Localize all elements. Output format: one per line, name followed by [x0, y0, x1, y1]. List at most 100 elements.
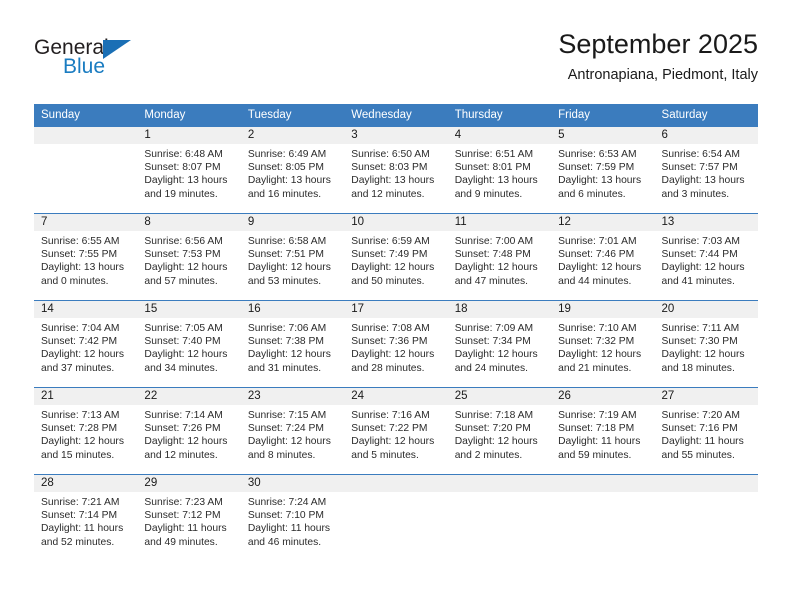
sunset-text: Sunset: 7:32 PM: [558, 336, 635, 348]
day-details: Sunrise: 7:21 AM Sunset: 7:14 PM Daylight:…: [34, 492, 137, 549]
calendar-day-cell[interactable]: 1 Sunrise: 6:48 AM Sunset: 8:07 PM Daylight…: [137, 126, 241, 214]
day-details: Sunrise: 7:15 AM Sunset: 7:24 PM Daylight:…: [241, 405, 344, 462]
calendar-day-cell[interactable]: 11 Sunrise: 7:00 AM Sunset: 7:48 PM Dayligh…: [447, 213, 552, 301]
daylight-text-line2: and 28 minutes.: [351, 362, 425, 374]
calendar-day-cell[interactable]: 29 Sunrise: 7:23 AM Sunset: 7:12 PM Dayligh…: [137, 474, 241, 561]
sunrise-text: Sunrise: 7:03 AM: [661, 236, 740, 247]
calendar-day-cell[interactable]: 5 Sunrise: 6:53 AM Sunset: 7:59 PM Daylight…: [551, 126, 655, 214]
day-details: Sunrise: 7:06 AM Sunset: 7:38 PM Daylight:…: [241, 318, 344, 375]
calendar-day-cell[interactable]: 14 Sunrise: 7:04 AM Sunset: 7:42 PM Dayligh…: [34, 300, 138, 388]
sunset-text: Sunset: 7:36 PM: [351, 336, 428, 348]
daylight-text-line2: and 12 minutes.: [144, 449, 218, 461]
weekday-header-saturday: Saturday: [654, 104, 758, 127]
daylight-text-line1: Daylight: 11 hours: [144, 523, 227, 535]
daylight-text-line1: Daylight: 13 hours: [558, 175, 642, 187]
daylight-text-line1: Daylight: 12 hours: [454, 349, 538, 361]
day-number: 7: [34, 214, 138, 231]
sunset-text: Sunset: 7:34 PM: [454, 336, 531, 348]
calendar-day-cell[interactable]: 13 Sunrise: 7:03 AM Sunset: 7:44 PM Dayligh…: [654, 213, 758, 301]
daylight-text-line1: Daylight: 12 hours: [661, 349, 745, 361]
daylight-text-line2: and 15 minutes.: [41, 449, 115, 461]
daylight-text-line2: and 5 minutes.: [351, 449, 419, 461]
day-cell-body: 13 Sunrise: 7:03 AM Sunset: 7:44 PM Dayligh…: [654, 214, 758, 300]
day-details: Sunrise: 7:00 AM Sunset: 7:48 PM Daylight:…: [448, 231, 551, 288]
day-number: 9: [240, 214, 345, 231]
day-cell-body: 14 Sunrise: 7:04 AM Sunset: 7:42 PM Dayligh…: [34, 301, 138, 387]
calendar-day-cell[interactable]: 28 Sunrise: 7:21 AM Sunset: 7:14 PM Dayligh…: [34, 474, 138, 561]
sunrise-text: Sunrise: 7:00 AM: [454, 236, 534, 247]
day-cell-body: 21 Sunrise: 7:13 AM Sunset: 7:28 PM Dayligh…: [34, 388, 138, 474]
weekday-header-thursday: Thursday: [447, 104, 552, 127]
daylight-text-line1: Daylight: 13 hours: [351, 175, 435, 187]
sunrise-text: Sunrise: 7:23 AM: [144, 497, 223, 508]
calendar-empty-cell: [447, 474, 552, 561]
sunrise-text: Sunrise: 7:24 AM: [247, 497, 327, 508]
day-details: Sunrise: 6:48 AM Sunset: 8:07 PM Daylight:…: [137, 144, 240, 201]
day-number: 18: [447, 301, 552, 318]
day-number: 21: [34, 388, 138, 405]
daylight-text-line1: Daylight: 12 hours: [144, 349, 228, 361]
sunrise-text: Sunrise: 6:53 AM: [558, 149, 637, 160]
day-details: Sunrise: 7:11 AM Sunset: 7:30 PM Daylight:…: [655, 318, 758, 375]
daylight-text-line2: and 37 minutes.: [41, 362, 115, 374]
general-blue-logo[interactable]: General Blue: [34, 36, 234, 84]
day-details: Sunrise: 6:51 AM Sunset: 8:01 PM Daylight:…: [448, 144, 551, 201]
calendar-week-row: 14 Sunrise: 7:04 AM Sunset: 7:42 PM Dayligh…: [34, 300, 758, 388]
weekday-header-monday: Monday: [137, 104, 241, 127]
calendar-empty-cell: [344, 474, 448, 561]
calendar-day-cell[interactable]: 23 Sunrise: 7:15 AM Sunset: 7:24 PM Dayligh…: [240, 387, 345, 475]
sunrise-text: Sunrise: 6:51 AM: [454, 149, 534, 160]
day-cell-body: 15 Sunrise: 7:05 AM Sunset: 7:40 PM Dayligh…: [137, 301, 241, 387]
calendar-day-cell[interactable]: 2 Sunrise: 6:49 AM Sunset: 8:05 PM Daylight…: [240, 126, 345, 214]
day-cell-body: 24 Sunrise: 7:16 AM Sunset: 7:22 PM Dayligh…: [344, 388, 448, 474]
calendar-day-cell[interactable]: 27 Sunrise: 7:20 AM Sunset: 7:16 PM Dayligh…: [654, 387, 758, 475]
calendar-day-cell[interactable]: 25 Sunrise: 7:18 AM Sunset: 7:20 PM Dayligh…: [447, 387, 552, 475]
calendar-day-cell[interactable]: 18 Sunrise: 7:09 AM Sunset: 7:34 PM Dayligh…: [447, 300, 552, 388]
day-cell-body: 8 Sunrise: 6:56 AM Sunset: 7:53 PM Daylight…: [137, 214, 241, 300]
daylight-text-line2: and 52 minutes.: [41, 536, 115, 548]
calendar-day-cell[interactable]: 21 Sunrise: 7:13 AM Sunset: 7:28 PM Dayligh…: [34, 387, 138, 475]
calendar-day-cell[interactable]: 26 Sunrise: 7:19 AM Sunset: 7:18 PM Dayligh…: [551, 387, 655, 475]
daylight-text-line1: Daylight: 12 hours: [247, 262, 331, 274]
daylight-text-line2: and 21 minutes.: [558, 362, 632, 374]
calendar-day-cell[interactable]: 24 Sunrise: 7:16 AM Sunset: 7:22 PM Dayligh…: [344, 387, 448, 475]
calendar-day-cell[interactable]: 7 Sunrise: 6:55 AM Sunset: 7:55 PM Daylight…: [34, 213, 138, 301]
calendar-table: Sunday Monday Tuesday Wednesday Thursday…: [34, 104, 758, 561]
daylight-text-line2: and 44 minutes.: [558, 275, 632, 287]
sunset-text: Sunset: 7:49 PM: [351, 249, 428, 261]
day-cell-body: 22 Sunrise: 7:14 AM Sunset: 7:26 PM Dayligh…: [137, 388, 241, 474]
weekday-header-sunday: Sunday: [34, 104, 138, 127]
calendar-day-cell[interactable]: 6 Sunrise: 6:54 AM Sunset: 7:57 PM Daylight…: [654, 126, 758, 214]
calendar-week-row: 7 Sunrise: 6:55 AM Sunset: 7:55 PM Daylight…: [34, 213, 758, 301]
calendar-page: General Blue September 2025 Antronapiana…: [0, 0, 792, 612]
day-cell-body: [654, 475, 758, 561]
sunset-text: Sunset: 8:01 PM: [454, 162, 531, 174]
triangle-icon: [103, 40, 131, 59]
day-cell-body: 2 Sunrise: 6:49 AM Sunset: 8:05 PM Daylight…: [240, 127, 345, 213]
calendar-day-cell[interactable]: 20 Sunrise: 7:11 AM Sunset: 7:30 PM Dayligh…: [654, 300, 758, 388]
calendar-day-cell[interactable]: 30 Sunrise: 7:24 AM Sunset: 7:10 PM Dayligh…: [240, 474, 345, 561]
day-number: 16: [240, 301, 345, 318]
calendar-day-cell[interactable]: 15 Sunrise: 7:05 AM Sunset: 7:40 PM Dayligh…: [137, 300, 241, 388]
calendar-day-cell[interactable]: 8 Sunrise: 6:56 AM Sunset: 7:53 PM Daylight…: [137, 213, 241, 301]
daylight-text-line2: and 24 minutes.: [454, 362, 528, 374]
day-details: Sunrise: 6:59 AM Sunset: 7:49 PM Daylight:…: [344, 231, 447, 288]
daylight-text-line2: and 55 minutes.: [661, 449, 735, 461]
calendar-day-cell[interactable]: 3 Sunrise: 6:50 AM Sunset: 8:03 PM Daylight…: [344, 126, 448, 214]
calendar-day-cell[interactable]: 9 Sunrise: 6:58 AM Sunset: 7:51 PM Daylight…: [240, 213, 345, 301]
calendar-day-cell[interactable]: 17 Sunrise: 7:08 AM Sunset: 7:36 PM Dayligh…: [344, 300, 448, 388]
day-cell-body: 1 Sunrise: 6:48 AM Sunset: 8:07 PM Daylight…: [137, 127, 241, 213]
daylight-text-line2: and 12 minutes.: [351, 188, 425, 200]
daylight-text-line1: Daylight: 12 hours: [351, 349, 435, 361]
calendar-day-cell[interactable]: 4 Sunrise: 6:51 AM Sunset: 8:01 PM Daylight…: [447, 126, 552, 214]
day-number: 30: [240, 475, 345, 492]
calendar-day-cell[interactable]: 10 Sunrise: 6:59 AM Sunset: 7:49 PM Dayligh…: [344, 213, 448, 301]
calendar-day-cell[interactable]: 22 Sunrise: 7:14 AM Sunset: 7:26 PM Dayligh…: [137, 387, 241, 475]
calendar-day-cell[interactable]: 19 Sunrise: 7:10 AM Sunset: 7:32 PM Dayligh…: [551, 300, 655, 388]
sunset-text: Sunset: 7:26 PM: [144, 423, 221, 435]
calendar-day-cell[interactable]: 12 Sunrise: 7:01 AM Sunset: 7:46 PM Dayligh…: [551, 213, 655, 301]
logo-text-blue: Blue: [63, 55, 106, 78]
sunrise-text: Sunrise: 6:59 AM: [351, 236, 430, 247]
day-number: [551, 475, 655, 492]
calendar-day-cell[interactable]: 16 Sunrise: 7:06 AM Sunset: 7:38 PM Dayligh…: [240, 300, 345, 388]
